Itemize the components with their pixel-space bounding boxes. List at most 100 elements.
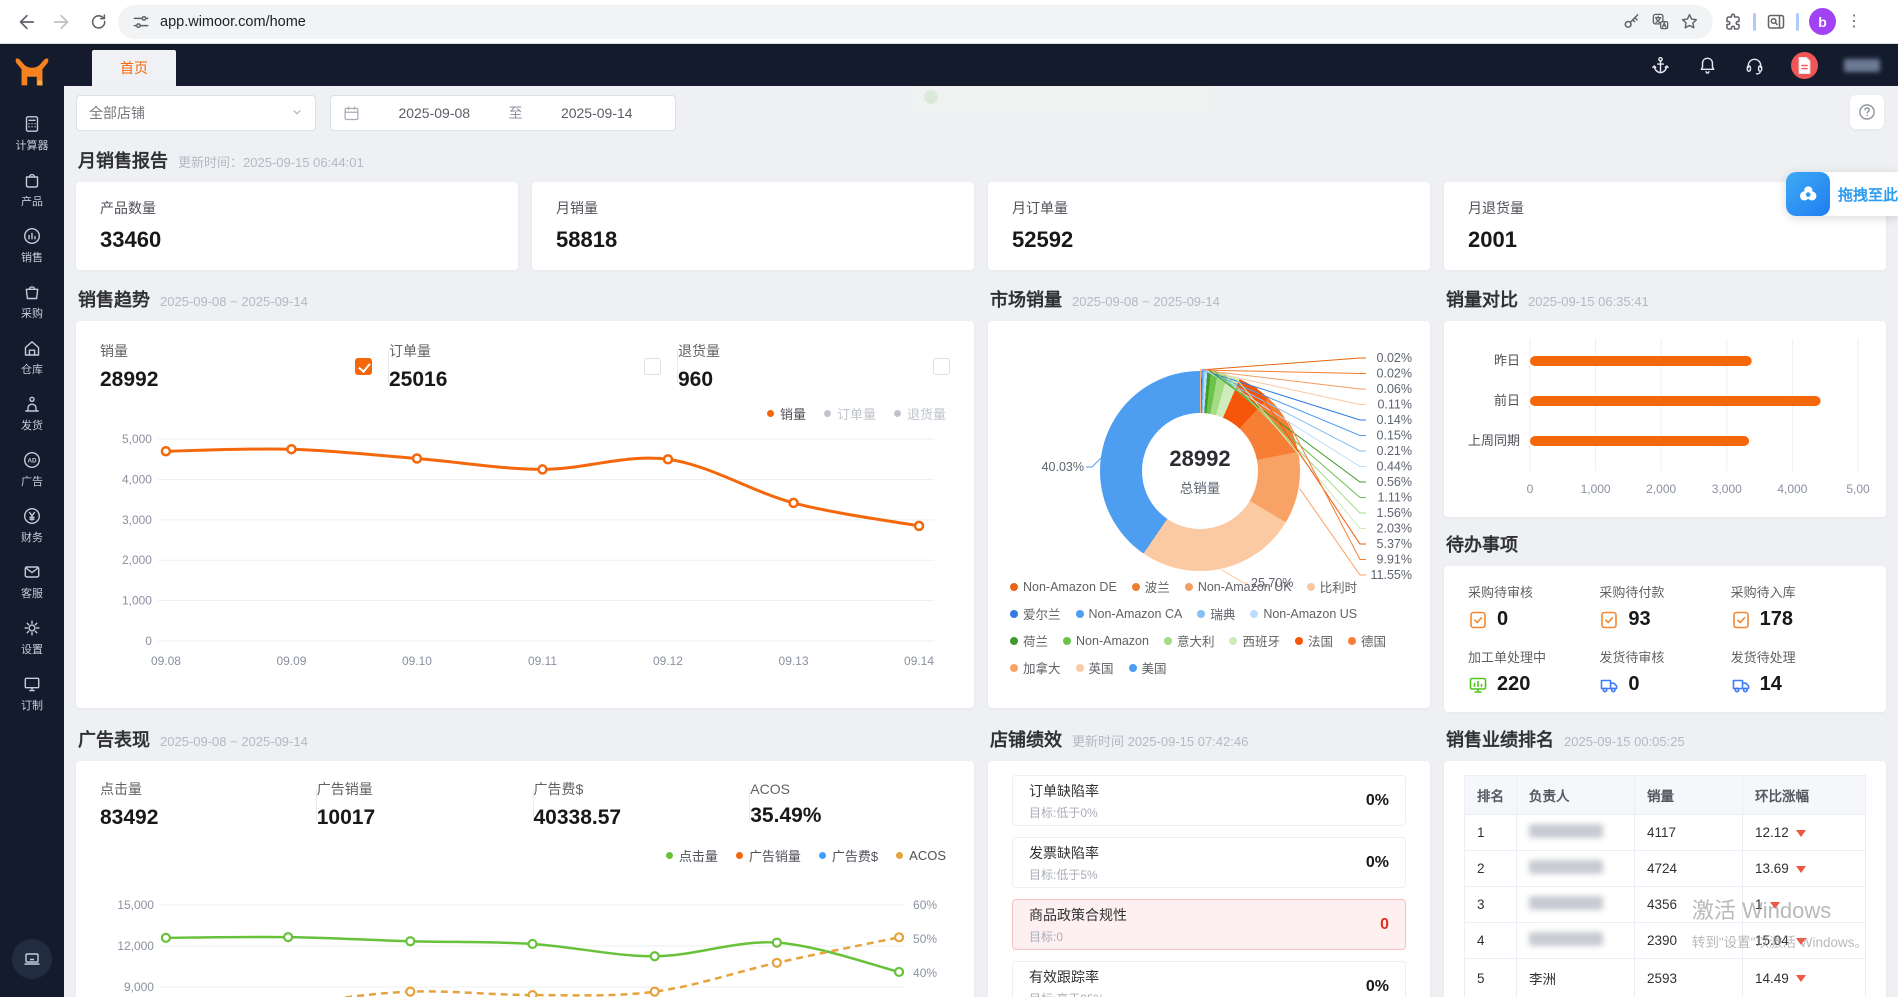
url-bar[interactable]: app.wimoor.com/home (118, 4, 1713, 39)
todo-item[interactable]: 发货待处理 14 (1731, 647, 1862, 696)
sidebar-item-procurement[interactable]: 采购 (16, 282, 49, 321)
reload-icon[interactable] (82, 6, 114, 38)
sidebar-item-shipping[interactable]: 发货 (16, 394, 49, 433)
shop-metric-label: 有效跟踪率 (1029, 968, 1099, 985)
metric-checkbox[interactable] (355, 358, 372, 375)
todo-item[interactable]: 发货待审核 0 (1599, 647, 1730, 696)
metric-checkbox[interactable] (644, 358, 661, 375)
legend-item[interactable]: 德国 (1348, 631, 1386, 650)
legend-item[interactable]: 订单量 (823, 404, 876, 423)
todo-item[interactable]: 采购待付款 93 (1599, 582, 1730, 631)
total-sales-value: 28992 (1169, 445, 1231, 471)
shop-select[interactable]: 全部店铺 (76, 95, 316, 131)
legend-item[interactable]: 退货量 (893, 404, 946, 423)
wimoor-logo[interactable] (13, 54, 51, 92)
table-row[interactable]: 3 4356 1 (1464, 886, 1866, 923)
shop-metric-label: 商品政策合规性 (1029, 906, 1127, 923)
url-text[interactable]: app.wimoor.com/home (160, 14, 1612, 30)
baidu-netdisk-widget[interactable]: 拖拽至此上 (1786, 172, 1898, 216)
legend-item[interactable]: 加拿大 (1010, 658, 1061, 677)
legend-item[interactable]: Non-Amazon (1063, 631, 1149, 650)
legend-item[interactable]: 法国 (1295, 631, 1333, 650)
legend-item[interactable]: Non-Amazon DE (1010, 577, 1117, 596)
browser-menu-icon[interactable]: ⋮ (1846, 14, 1862, 30)
user-avatar[interactable] (1791, 51, 1818, 79)
legend-item[interactable]: 瑞典 (1197, 604, 1235, 623)
sales-icon (23, 227, 41, 245)
side-panel-search-icon[interactable] (1766, 12, 1786, 32)
table-row[interactable]: 4 2390 15.04 (1464, 922, 1866, 959)
legend-item[interactable]: 比利时 (1306, 577, 1357, 596)
legend-item[interactable]: Non-Amazon US (1250, 604, 1357, 623)
sidebar-item-warehouse[interactable]: 仓库 (16, 338, 49, 377)
sidebar-item-ad[interactable]: AD 广告 (16, 450, 49, 489)
svg-text:50%: 50% (913, 932, 937, 946)
legend-item[interactable]: 西班牙 (1229, 631, 1280, 650)
translate-icon[interactable] (1651, 12, 1670, 31)
legend-item[interactable]: 广告销量 (735, 846, 801, 865)
legend-dot (1348, 636, 1357, 645)
market-legend: Non-Amazon DE 波兰 Non-Amazon UK 比利时 爱尔兰 Non-Am… (1010, 577, 1420, 685)
todo-item[interactable]: 采购待审核 0 (1468, 582, 1599, 631)
legend-item[interactable]: 广告费$ (818, 846, 878, 865)
bar-上周同期[interactable] (1530, 436, 1750, 446)
back-icon[interactable] (10, 6, 42, 38)
date-end-value[interactable]: 2025-09-14 (531, 105, 664, 121)
sidebar-item-label: 仓库 (21, 364, 43, 376)
change-cell: 13.69 (1742, 850, 1866, 887)
legend-item[interactable]: ACOS (896, 846, 946, 865)
help-button[interactable] (1850, 95, 1884, 129)
sidebar-item-finance[interactable]: 财务 (16, 506, 49, 545)
table-row[interactable]: 2 4724 13.69 (1464, 850, 1866, 887)
bar-昨日[interactable] (1530, 356, 1752, 366)
todo-item[interactable]: 加工单处理中 220 (1468, 647, 1599, 696)
truck-icon (1732, 679, 1749, 693)
svg-text:09.09: 09.09 (276, 654, 306, 668)
legend-item[interactable]: 英国 (1075, 658, 1114, 677)
sidebar-item-product[interactable]: 产品 (16, 170, 49, 209)
password-key-icon[interactable] (1622, 12, 1641, 31)
legend-item[interactable]: Non-Amazon CA (1075, 604, 1182, 623)
extensions-icon[interactable] (1723, 12, 1743, 32)
svg-text:上周同期: 上周同期 (1468, 433, 1520, 448)
calendar-icon (344, 105, 359, 120)
legend-item[interactable]: 爱尔兰 (1010, 604, 1061, 623)
forward-icon[interactable] (46, 6, 78, 38)
date-start-value[interactable]: 2025-09-08 (368, 105, 501, 121)
legend-dot (818, 852, 826, 859)
sidebar-item-calculator[interactable]: 计算器 (16, 114, 49, 153)
sidebar-item-settings[interactable]: 设置 (16, 618, 49, 657)
sidebar-item-service[interactable]: 客服 (16, 562, 49, 601)
legend-item[interactable]: 销量 (766, 404, 806, 423)
todo-value: 178 (1759, 608, 1794, 630)
tab-home[interactable]: 首页 (92, 50, 176, 86)
profile-avatar[interactable]: b (1809, 8, 1836, 35)
table-row[interactable]: 5 李洲 2593 14.49 (1464, 958, 1866, 997)
username-redacted[interactable] (1844, 58, 1880, 72)
anchor-icon[interactable] (1650, 55, 1671, 76)
site-controls-icon[interactable] (132, 13, 150, 31)
legend-item[interactable]: Non-Amazon UK (1184, 577, 1292, 596)
legend-item[interactable]: 意大利 (1163, 631, 1214, 650)
todo-item[interactable]: 采购待入库 178 (1731, 582, 1862, 631)
sidebar-item-sales[interactable]: 销售 (16, 226, 49, 265)
headset-icon[interactable] (1744, 55, 1765, 76)
todo-label: 采购待审核 (1468, 585, 1534, 600)
chevron-down-icon (291, 105, 303, 121)
legend-label: Non-Amazon US (1263, 606, 1358, 621)
todo-label: 发货待审核 (1599, 650, 1665, 665)
legend-item[interactable]: 美国 (1128, 658, 1167, 677)
sidebar-console-button[interactable] (12, 939, 52, 979)
date-range-picker[interactable]: 2025-09-08 至 2025-09-14 (330, 95, 676, 131)
sidebar-item-custom[interactable]: 订制 (16, 674, 49, 713)
bar-前日[interactable] (1530, 396, 1821, 406)
legend-item[interactable]: 荷兰 (1010, 631, 1048, 650)
legend-item[interactable]: 波兰 (1131, 577, 1170, 596)
metric-checkbox[interactable] (933, 358, 950, 375)
legend-item[interactable]: 点击量 (665, 846, 718, 865)
rank-cell: 1 (1464, 814, 1517, 851)
bell-icon[interactable] (1697, 55, 1718, 76)
table-row[interactable]: 1 4117 12.12 (1464, 814, 1866, 851)
donut-callout: 1.11% (1377, 491, 1412, 505)
bookmark-star-icon[interactable] (1680, 12, 1699, 31)
